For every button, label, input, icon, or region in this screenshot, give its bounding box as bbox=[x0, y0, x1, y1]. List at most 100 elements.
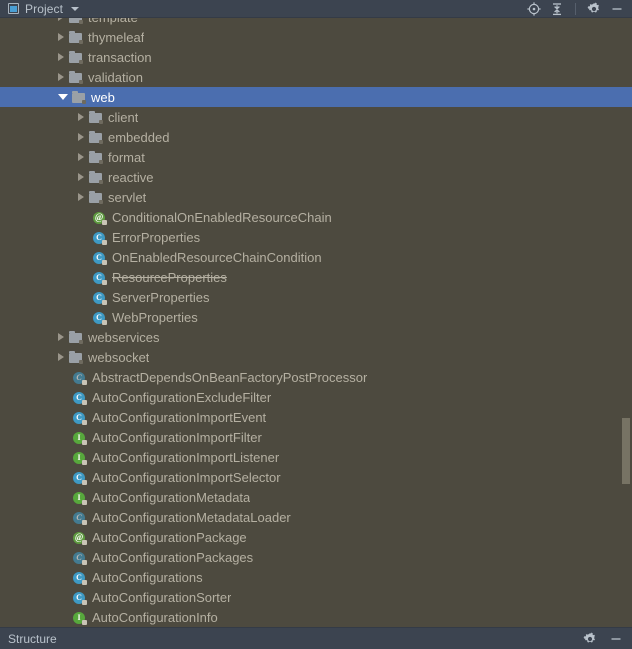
class-icon: C bbox=[72, 390, 87, 405]
chevron-right-icon[interactable] bbox=[58, 33, 64, 41]
tree-row-file[interactable]: @ AutoConfigurationPackage bbox=[0, 527, 632, 547]
tree-row-folder[interactable]: websocket bbox=[0, 347, 632, 367]
tree-row-file[interactable]: C ResourceProperties bbox=[0, 267, 632, 287]
tree-row-label: websocket bbox=[88, 349, 150, 365]
abstract-class-icon: C bbox=[72, 550, 87, 565]
tree-row-label: template bbox=[88, 18, 138, 25]
project-tree: template thymeleaf transaction validation we… bbox=[0, 18, 632, 627]
folder-icon bbox=[88, 130, 103, 145]
folder-icon bbox=[68, 70, 83, 85]
tree-row-label: OnEnabledResourceChainCondition bbox=[112, 249, 322, 265]
chevron-right-icon[interactable] bbox=[78, 193, 84, 201]
tree-row-label: transaction bbox=[88, 49, 152, 65]
chevron-right-icon[interactable] bbox=[78, 113, 84, 121]
tree-row-label: AutoConfigurationPackages bbox=[92, 549, 254, 565]
tree-row-file[interactable]: I AutoConfigurationImportListener bbox=[0, 447, 632, 467]
chevron-right-icon[interactable] bbox=[78, 153, 84, 161]
chevron-right-icon[interactable] bbox=[58, 353, 64, 361]
tree-row-label: web bbox=[91, 89, 115, 105]
chevron-right-icon[interactable] bbox=[58, 333, 64, 341]
folder-icon bbox=[68, 50, 83, 65]
project-tool-window: Project thymeleaf transaction validation… bbox=[0, 0, 632, 649]
annotation-icon: @ bbox=[72, 530, 87, 545]
page-title: Project bbox=[25, 1, 64, 16]
settings-gear-icon[interactable] bbox=[583, 632, 597, 646]
tree-row-folder[interactable]: validation bbox=[0, 67, 632, 87]
toolbar-separator bbox=[575, 2, 576, 15]
tree-row-file[interactable]: C AutoConfigurationPackages bbox=[0, 547, 632, 567]
class-icon: C bbox=[72, 570, 87, 585]
tree-row-file[interactable]: C AutoConfigurationMetadataLoader bbox=[0, 507, 632, 527]
class-icon: C bbox=[92, 270, 107, 285]
tree-row-label: webservices bbox=[88, 329, 160, 345]
chevron-down-icon[interactable] bbox=[71, 6, 80, 11]
tree-row-file[interactable]: C ServerProperties bbox=[0, 287, 632, 307]
tree-row-file[interactable]: C AutoConfigurationExcludeFilter bbox=[0, 387, 632, 407]
tree-row-folder[interactable]: thymeleaf bbox=[0, 27, 632, 47]
tree-row-file[interactable]: @ ConditionalOnEnabledResourceChain bbox=[0, 207, 632, 227]
tree-row-folder[interactable]: template bbox=[0, 18, 632, 27]
structure-label[interactable]: Structure bbox=[0, 632, 57, 646]
class-icon: C bbox=[92, 250, 107, 265]
interface-icon: I bbox=[72, 430, 87, 445]
tree-row-file[interactable]: C AutoConfigurations bbox=[0, 567, 632, 587]
hide-window-icon[interactable] bbox=[609, 632, 623, 646]
tree-row-label: AutoConfigurationMetadataLoader bbox=[92, 509, 291, 525]
tree-row-file[interactable]: I AutoConfigurationInfo bbox=[0, 607, 632, 627]
tree-row-folder[interactable]: webservices bbox=[0, 327, 632, 347]
chevron-right-icon[interactable] bbox=[58, 18, 64, 21]
tree-row-label: AbstractDependsOnBeanFactoryPostProcesso… bbox=[92, 369, 368, 385]
interface-icon: I bbox=[72, 610, 87, 625]
hide-window-icon[interactable] bbox=[610, 2, 624, 16]
tree-row-label: AutoConfigurationImportEvent bbox=[92, 409, 267, 425]
tree-row-file[interactable]: C OnEnabledResourceChainCondition bbox=[0, 247, 632, 267]
tree-row-folder[interactable]: embedded bbox=[0, 127, 632, 147]
tree-row-label: AutoConfigurationSorter bbox=[92, 589, 232, 605]
chevron-right-icon[interactable] bbox=[78, 133, 84, 141]
folder-icon bbox=[68, 30, 83, 45]
tree-row-folder[interactable]: web bbox=[0, 87, 632, 107]
tree-row-label: AutoConfigurationImportListener bbox=[92, 449, 280, 465]
tree-row-file[interactable]: C ErrorProperties bbox=[0, 227, 632, 247]
tree-row-file[interactable]: C WebProperties bbox=[0, 307, 632, 327]
tree-row-label: embedded bbox=[108, 129, 170, 145]
project-tree-viewport[interactable]: template thymeleaf transaction validation we… bbox=[0, 18, 632, 627]
project-window-icon bbox=[8, 3, 19, 14]
tree-row-label: ErrorProperties bbox=[112, 229, 201, 245]
tree-row-file[interactable]: I AutoConfigurationImportFilter bbox=[0, 427, 632, 447]
abstract-class-icon: C bbox=[72, 370, 87, 385]
folder-icon bbox=[88, 110, 103, 125]
class-icon: C bbox=[72, 470, 87, 485]
tree-row-file[interactable]: C AbstractDependsOnBeanFactoryPostProcess… bbox=[0, 367, 632, 387]
chevron-right-icon[interactable] bbox=[78, 173, 84, 181]
folder-icon bbox=[88, 170, 103, 185]
tree-row-folder[interactable]: client bbox=[0, 107, 632, 127]
vertical-scrollbar-thumb[interactable] bbox=[622, 418, 630, 484]
collapse-all-icon[interactable] bbox=[550, 2, 564, 16]
select-opened-file-icon[interactable] bbox=[527, 1, 541, 16]
chevron-down-icon[interactable] bbox=[58, 94, 68, 100]
tree-row-label: ResourceProperties bbox=[112, 269, 227, 285]
settings-gear-icon[interactable] bbox=[587, 2, 601, 16]
chevron-right-icon[interactable] bbox=[58, 73, 64, 81]
class-icon: C bbox=[92, 230, 107, 245]
tree-row-file[interactable]: C AutoConfigurationImportSelector bbox=[0, 467, 632, 487]
tree-row-label: client bbox=[108, 109, 139, 125]
tree-row-file[interactable]: C AutoConfigurationImportEvent bbox=[0, 407, 632, 427]
folder-icon bbox=[88, 150, 103, 165]
tool-window-title-group[interactable]: Project bbox=[0, 1, 80, 16]
chevron-right-icon[interactable] bbox=[58, 53, 64, 61]
tree-row-label: AutoConfigurationImportSelector bbox=[92, 469, 281, 485]
tree-row-file[interactable]: I AutoConfigurationMetadata bbox=[0, 487, 632, 507]
tree-row-label: format bbox=[108, 149, 145, 165]
tree-row-label: AutoConfigurationMetadata bbox=[92, 489, 251, 505]
tree-row-file[interactable]: C AutoConfigurationSorter bbox=[0, 587, 632, 607]
tree-row-label: reactive bbox=[108, 169, 154, 185]
tree-row-folder[interactable]: servlet bbox=[0, 187, 632, 207]
tree-row-label: validation bbox=[88, 69, 143, 85]
tree-row-folder[interactable]: format bbox=[0, 147, 632, 167]
tree-row-label: WebProperties bbox=[112, 309, 198, 325]
tree-row-folder[interactable]: reactive bbox=[0, 167, 632, 187]
class-icon: C bbox=[92, 290, 107, 305]
tree-row-folder[interactable]: transaction bbox=[0, 47, 632, 67]
